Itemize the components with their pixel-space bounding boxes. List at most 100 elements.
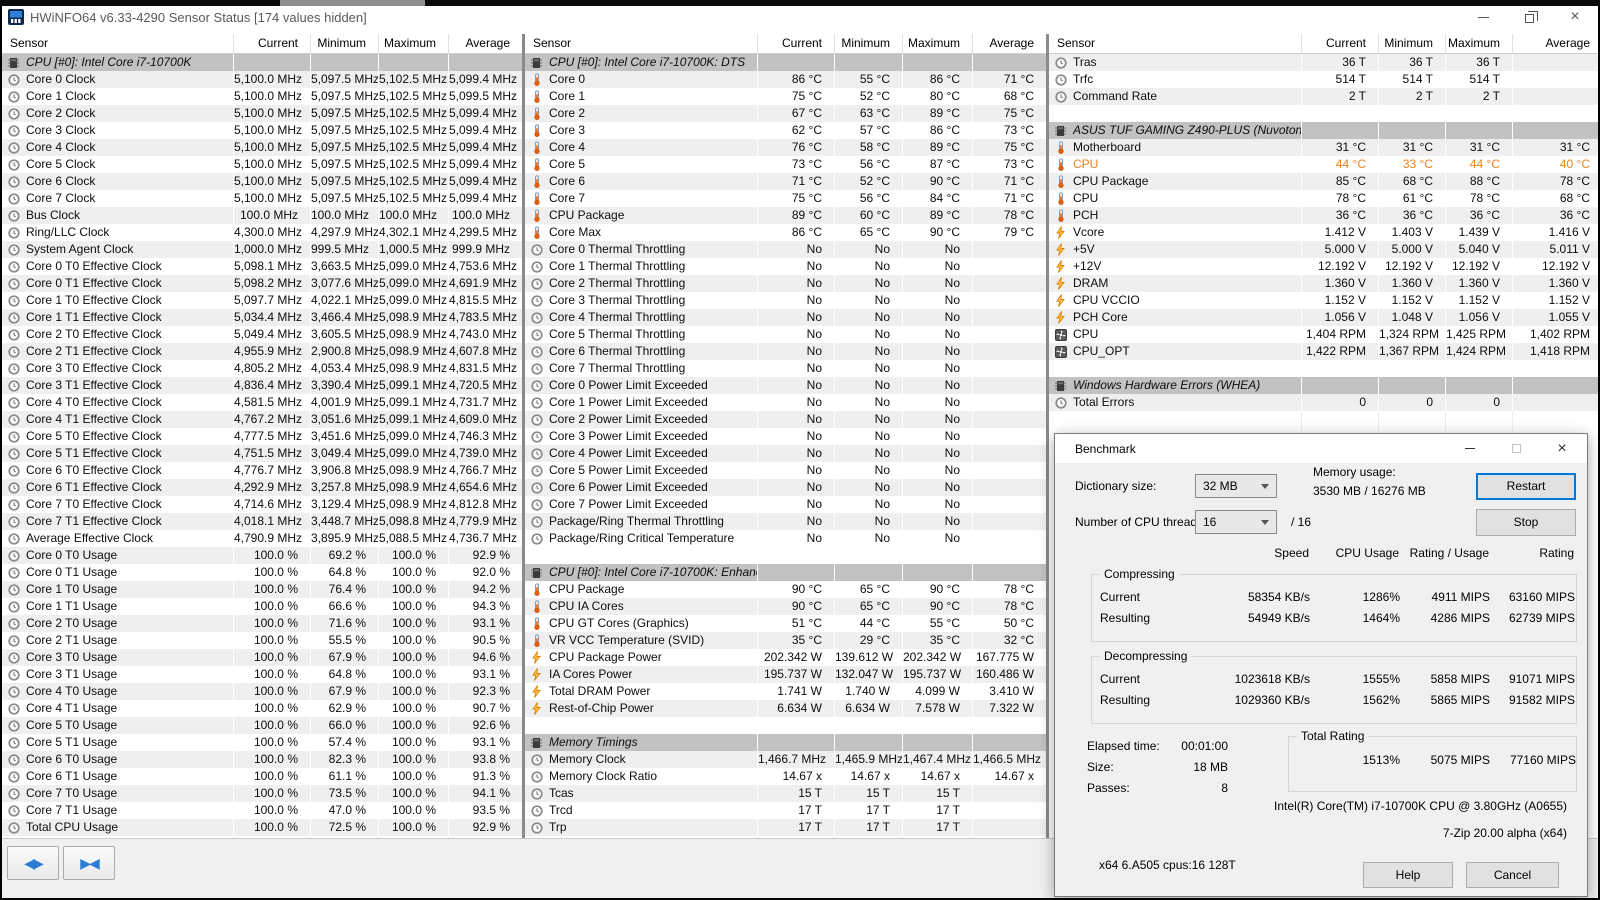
sensor-row[interactable]: Core 6 Clock 5,100.0 MHz 5,097.5 MHz 5,102.… bbox=[2, 173, 522, 190]
sensor-row[interactable]: Core 7 Power Limit Exceeded No No No bbox=[525, 496, 1046, 513]
sensor-row[interactable]: Core 3 Power Limit Exceeded No No No bbox=[525, 428, 1046, 445]
sensor-row[interactable]: Core 0 Clock 5,100.0 MHz 5,097.5 MHz 5,102.… bbox=[2, 71, 522, 88]
sensor-row[interactable]: DRAM 1.360 V 1.360 V 1.360 V 1.360 V bbox=[1049, 275, 1598, 292]
sensor-row[interactable]: Core 2 T0 Usage 100.0 % 71.6 % 100.0 % 93.1 … bbox=[2, 615, 522, 632]
sensor-row[interactable]: Tcas 15 T 15 T 15 T bbox=[525, 785, 1046, 802]
sensor-row[interactable]: CPU Package 89 °C 60 °C 89 °C 78 °C bbox=[525, 207, 1046, 224]
help-button[interactable]: Help bbox=[1363, 862, 1453, 888]
titlebar[interactable]: HWiNFO64 v6.33-4290 Sensor Status [174 v… bbox=[2, 6, 1598, 28]
sensor-row[interactable]: Core 1 75 °C 52 °C 80 °C 68 °C bbox=[525, 88, 1046, 105]
sensor-row[interactable]: System Agent Clock 1,000.0 MHz 999.5 MHz 1,… bbox=[2, 241, 522, 258]
sensor-row[interactable]: Core 7 75 °C 56 °C 84 °C 71 °C bbox=[525, 190, 1046, 207]
sensor-row[interactable]: CPU 1,404 RPM 1,324 RPM 1,425 RPM 1,402 RPM bbox=[1049, 326, 1598, 343]
sensor-row[interactable]: Core 2 T0 Effective Clock 5,049.4 MHz 3,60… bbox=[2, 326, 522, 343]
sensor-row[interactable]: Core 1 Power Limit Exceeded No No No bbox=[525, 394, 1046, 411]
sensor-row[interactable]: Core 1 Clock 5,100.0 MHz 5,097.5 MHz 5,102.… bbox=[2, 88, 522, 105]
sensor-row[interactable]: Core 5 T1 Effective Clock 4,751.5 MHz 3,04… bbox=[2, 445, 522, 462]
sensor-row[interactable]: Core 7 Clock 5,100.0 MHz 5,097.5 MHz 5,102.… bbox=[2, 190, 522, 207]
sensor-row[interactable]: VR VCC Temperature (SVID) 35 °C 29 °C 35 °C… bbox=[525, 632, 1046, 649]
sensor-row[interactable]: Trp 17 T 17 T 17 T bbox=[525, 819, 1046, 836]
sensor-row[interactable]: Tras 36 T 36 T 36 T bbox=[1049, 54, 1598, 71]
close-icon[interactable]: × bbox=[1552, 6, 1598, 28]
panel-column-headers[interactable]: Sensor Current Minimum Maximum Average bbox=[525, 34, 1046, 54]
sensor-row[interactable]: Core 2 Power Limit Exceeded No No No bbox=[525, 411, 1046, 428]
group-row[interactable]: CPU [#0]: Intel Core i7-10700K bbox=[2, 54, 522, 71]
sensor-row[interactable]: Core 4 Thermal Throttling No No No bbox=[525, 309, 1046, 326]
sensor-row[interactable]: Core 4 Power Limit Exceeded No No No bbox=[525, 445, 1046, 462]
sensor-row[interactable]: Core 1 T0 Usage 100.0 % 76.4 % 100.0 % 94.2 … bbox=[2, 581, 522, 598]
sensor-row[interactable]: Core 4 T1 Usage 100.0 % 62.9 % 100.0 % 90.7 … bbox=[2, 700, 522, 717]
sensor-row[interactable]: Core 0 Power Limit Exceeded No No No bbox=[525, 377, 1046, 394]
sensor-row[interactable]: Core 6 T0 Effective Clock 4,776.7 MHz 3,90… bbox=[2, 462, 522, 479]
sensor-row[interactable]: Core 1 T1 Effective Clock 5,034.4 MHz 3,46… bbox=[2, 309, 522, 326]
sensor-row[interactable]: IA Cores Power 195.737 W 132.047 W 195.737 … bbox=[525, 666, 1046, 683]
sensor-row[interactable]: Core 2 Thermal Throttling No No No bbox=[525, 275, 1046, 292]
sensor-row[interactable]: Core 2 67 °C 63 °C 89 °C 75 °C bbox=[525, 105, 1046, 122]
sensor-row[interactable]: Core 0 Thermal Throttling No No No bbox=[525, 241, 1046, 258]
sensor-row[interactable]: Core 1 T1 Usage 100.0 % 66.6 % 100.0 % 94.3 … bbox=[2, 598, 522, 615]
sensor-row[interactable]: Core 2 Clock 5,100.0 MHz 5,097.5 MHz 5,102.… bbox=[2, 105, 522, 122]
sensor-row[interactable]: Total DRAM Power 1.741 W 1.740 W 4.099 W 3.4… bbox=[525, 683, 1046, 700]
sensor-row[interactable]: PCH Core 1.056 V 1.048 V 1.056 V 1.055 V bbox=[1049, 309, 1598, 326]
collapse-columns-button[interactable]: ▶◀ bbox=[63, 846, 115, 880]
sensor-row[interactable]: Core 3 62 °C 57 °C 86 °C 73 °C bbox=[525, 122, 1046, 139]
sensor-row[interactable]: Core 6 T1 Effective Clock 4,292.9 MHz 3,25… bbox=[2, 479, 522, 496]
sensor-row[interactable]: Core 7 T0 Usage 100.0 % 73.5 % 100.0 % 94.1 … bbox=[2, 785, 522, 802]
restart-button[interactable]: Restart bbox=[1476, 473, 1576, 500]
sensor-row[interactable]: Core 4 Clock 5,100.0 MHz 5,097.5 MHz 5,102.… bbox=[2, 139, 522, 156]
sensor-row[interactable]: Core 0 T1 Usage 100.0 % 64.8 % 100.0 % 92.0 … bbox=[2, 564, 522, 581]
panel-column-headers[interactable]: Sensor Current Minimum Maximum Average bbox=[2, 34, 522, 54]
sensor-row[interactable]: Core 2 T1 Effective Clock 4,955.9 MHz 2,90… bbox=[2, 343, 522, 360]
sensor-row[interactable]: Memory Clock 1,466.7 MHz 1,465.9 MHz 1,467.… bbox=[525, 751, 1046, 768]
stop-button[interactable]: Stop bbox=[1476, 509, 1576, 536]
sensor-row[interactable]: CPU Package 85 °C 68 °C 88 °C 78 °C bbox=[1049, 173, 1598, 190]
sensor-row[interactable]: PCH 36 °C 36 °C 36 °C 36 °C bbox=[1049, 207, 1598, 224]
sensor-row[interactable]: Core 1 T0 Effective Clock 5,097.7 MHz 4,02… bbox=[2, 292, 522, 309]
sensor-row[interactable]: Core 5 Clock 5,100.0 MHz 5,097.5 MHz 5,102.… bbox=[2, 156, 522, 173]
cancel-button[interactable]: Cancel bbox=[1466, 862, 1559, 888]
sensor-row[interactable]: Core 5 Power Limit Exceeded No No No bbox=[525, 462, 1046, 479]
sensor-row[interactable]: Core 7 Thermal Throttling No No No bbox=[525, 360, 1046, 377]
sensor-row[interactable]: Trfc 514 T 514 T 514 T bbox=[1049, 71, 1598, 88]
sensor-row[interactable]: Rest-of-Chip Power 6.634 W 6.634 W 7.578 W7… bbox=[525, 700, 1046, 717]
cpu-threads-select[interactable]: 16 bbox=[1195, 510, 1277, 534]
sensor-row[interactable]: Core 7 T0 Effective Clock 4,714.6 MHz 3,12… bbox=[2, 496, 522, 513]
sensor-row[interactable]: Total CPU Usage 100.0 % 72.5 % 100.0 % 92.9 … bbox=[2, 819, 522, 836]
sensor-row[interactable]: Package/Ring Critical Temperature No No No bbox=[525, 530, 1046, 547]
group-row[interactable]: Windows Hardware Errors (WHEA) bbox=[1049, 377, 1598, 394]
sensor-row[interactable]: Core 5 73 °C 56 °C 87 °C 73 °C bbox=[525, 156, 1046, 173]
sensor-row[interactable]: CPU 78 °C 61 °C 78 °C 68 °C bbox=[1049, 190, 1598, 207]
sensor-row[interactable]: Package/Ring Thermal Throttling No No No bbox=[525, 513, 1046, 530]
sensor-row[interactable]: Core 3 Clock 5,100.0 MHz 5,097.5 MHz 5,102.… bbox=[2, 122, 522, 139]
sensor-row[interactable]: Ring/LLC Clock 4,300.0 MHz 4,297.9 MHz 4,30… bbox=[2, 224, 522, 241]
sensor-row[interactable]: Core 4 76 °C 58 °C 89 °C 75 °C bbox=[525, 139, 1046, 156]
sensor-row[interactable]: Core 1 Thermal Throttling No No No bbox=[525, 258, 1046, 275]
sensor-row[interactable]: CPU_OPT 1,422 RPM 1,367 RPM 1,424 RPM 1,418 … bbox=[1049, 343, 1598, 360]
sensor-row[interactable]: Core 0 T0 Usage 100.0 % 69.2 % 100.0 % 92.9 … bbox=[2, 547, 522, 564]
group-row[interactable]: CPU [#0]: Intel Core i7-10700K: Enhanced bbox=[525, 564, 1046, 581]
sensor-row[interactable]: CPU 44 °C 33 °C 44 °C 40 °C bbox=[1049, 156, 1598, 173]
sensor-row[interactable]: Core 0 T0 Effective Clock 5,098.1 MHz 3,66… bbox=[2, 258, 522, 275]
sensor-row[interactable]: CPU IA Cores 90 °C 65 °C 90 °C 78 °C bbox=[525, 598, 1046, 615]
sensor-row[interactable]: Bus Clock 100.0 MHz 100.0 MHz 100.0 MHz 100.… bbox=[2, 207, 522, 224]
minimize-icon[interactable] bbox=[1460, 6, 1506, 28]
sensor-row[interactable]: Core 6 Thermal Throttling No No No bbox=[525, 343, 1046, 360]
sensor-row[interactable]: CPU Package 90 °C 65 °C 90 °C 78 °C bbox=[525, 581, 1046, 598]
sensor-row[interactable]: Core 7 T1 Usage 100.0 % 47.0 % 100.0 % 93.5 … bbox=[2, 802, 522, 819]
sensor-row[interactable]: Core 4 T0 Effective Clock 4,581.5 MHz 4,00… bbox=[2, 394, 522, 411]
dialog-minimize-icon[interactable] bbox=[1447, 434, 1493, 463]
sensor-row[interactable]: CPU Package Power 202.342 W 139.612 W 202.3… bbox=[525, 649, 1046, 666]
sensor-row[interactable]: Core 3 T1 Effective Clock 4,836.4 MHz 3,39… bbox=[2, 377, 522, 394]
expand-columns-button[interactable]: ◀▶ bbox=[7, 846, 59, 880]
sensor-row[interactable]: Total Errors 0 0 0 bbox=[1049, 394, 1598, 411]
sensor-row[interactable]: Core 0 86 °C 55 °C 86 °C 71 °C bbox=[525, 71, 1046, 88]
sensor-row[interactable]: Core 6 Power Limit Exceeded No No No bbox=[525, 479, 1046, 496]
group-row[interactable]: ASUS TUF GAMING Z490-PLUS (Nuvoton NCT67… bbox=[1049, 122, 1598, 139]
sensor-row[interactable]: Core 3 T1 Usage 100.0 % 64.8 % 100.0 % 93.1 … bbox=[2, 666, 522, 683]
sensor-row[interactable]: Core 6 T1 Usage 100.0 % 61.1 % 100.0 % 91.3 … bbox=[2, 768, 522, 785]
sensor-row[interactable]: Vcore 1.412 V 1.403 V 1.439 V 1.416 V bbox=[1049, 224, 1598, 241]
dictionary-size-select[interactable]: 32 MB bbox=[1195, 474, 1277, 498]
sensor-row[interactable]: Core 3 T0 Usage 100.0 % 67.9 % 100.0 % 94.6 … bbox=[2, 649, 522, 666]
sensor-row[interactable]: Core 5 T0 Effective Clock 4,777.5 MHz 3,45… bbox=[2, 428, 522, 445]
sensor-row[interactable]: Core 3 Thermal Throttling No No No bbox=[525, 292, 1046, 309]
